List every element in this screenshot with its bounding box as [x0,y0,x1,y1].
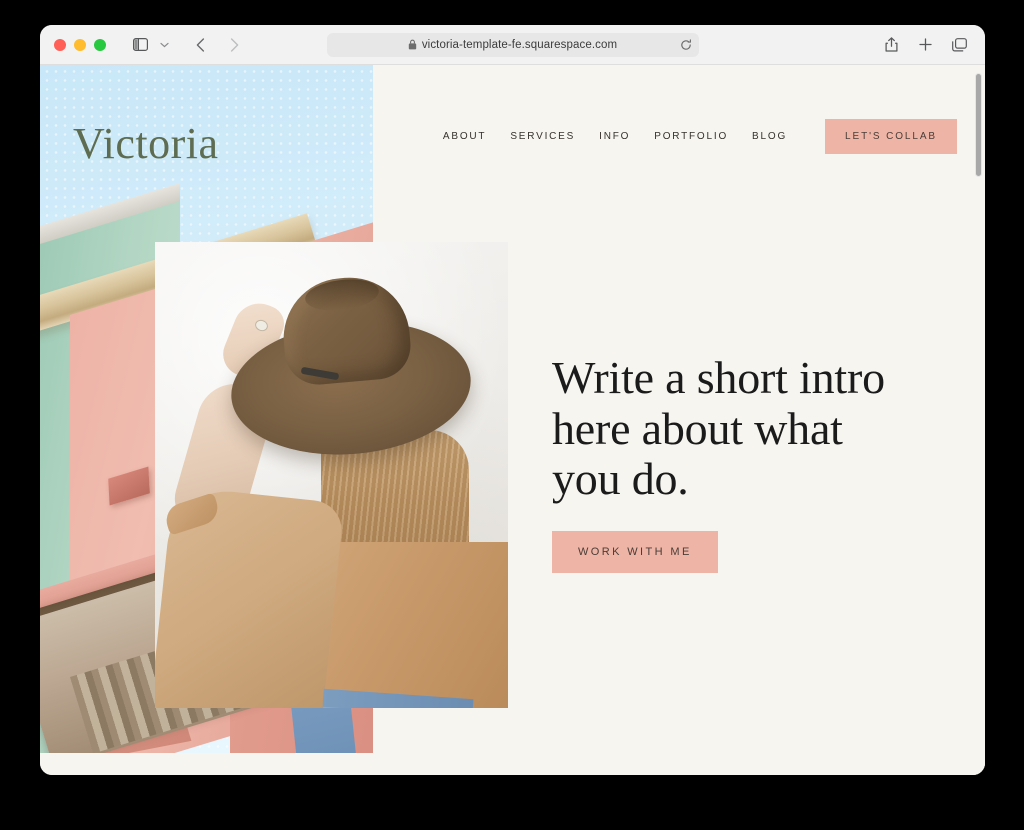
sidebar-toggle-icon[interactable] [126,32,154,58]
page-viewport: Victoria ABOUT SERVICES INFO PORTFOLIO B… [40,65,985,775]
browser-toolbar: victoria-template-fe.squarespace.com [40,25,985,65]
desktop-backdrop: victoria-template-fe.squarespace.com Vic… [0,0,1024,830]
window-controls [54,38,106,51]
site-navigation: ABOUT SERVICES INFO PORTFOLIO BLOG LET'S… [443,118,957,154]
nav-item-about[interactable]: ABOUT [443,131,486,142]
site-logo[interactable]: Victoria [73,122,219,166]
toolbar-right-group [877,32,973,58]
toolbar-left-group [126,32,248,58]
minimize-window-button[interactable] [74,38,86,51]
reload-icon[interactable] [680,38,692,51]
lets-collab-button[interactable]: LET'S COLLAB [825,118,957,154]
nav-item-info[interactable]: INFO [599,131,630,142]
hero-photo-woman-in-hat [155,242,508,708]
chevron-down-icon[interactable] [156,32,172,58]
address-text[interactable]: victoria-template-fe.squarespace.com [422,39,617,51]
tab-overview-icon[interactable] [945,32,973,58]
nav-item-blog[interactable]: BLOG [752,131,787,142]
share-icon[interactable] [877,32,905,58]
hero-title: Write a short intro here about what you … [552,352,885,505]
address-bar-wrapper: victoria-template-fe.squarespace.com [326,32,699,57]
scrollbar-thumb[interactable] [975,73,982,177]
navigation-arrows [186,32,248,58]
zoom-window-button[interactable] [94,38,106,51]
lock-icon [408,39,417,50]
work-with-me-button[interactable]: WORK WITH ME [552,530,718,573]
nav-item-services[interactable]: SERVICES [510,131,575,142]
browser-window: victoria-template-fe.squarespace.com Vic… [40,25,985,775]
address-bar[interactable]: victoria-template-fe.squarespace.com [326,32,699,57]
plus-icon[interactable] [911,32,939,58]
forward-arrow-icon[interactable] [220,32,248,58]
hero-copy: Write a short intro here about what you … [552,352,892,573]
page-scrollbar[interactable] [973,67,983,773]
back-arrow-icon[interactable] [186,32,214,58]
nav-item-portfolio[interactable]: PORTFOLIO [654,131,728,142]
close-window-button[interactable] [54,38,66,51]
